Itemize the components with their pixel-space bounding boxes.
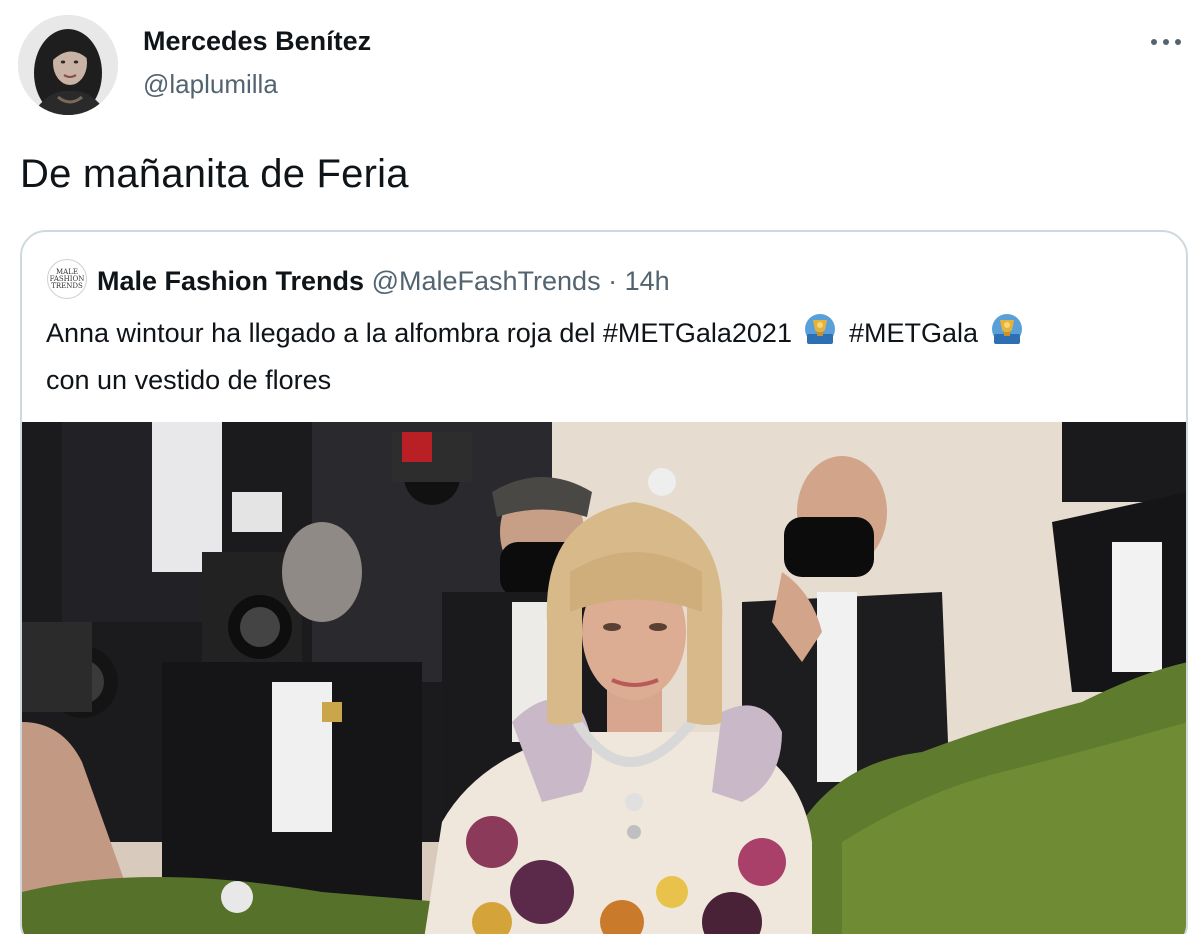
tweet-text: De mañanita de Feria [20, 152, 409, 196]
quoted-tweet-card[interactable]: MALE FASHION TRENDS Male Fashion Trends … [20, 230, 1188, 934]
award-trophy-emoji-icon-2 [990, 312, 1024, 359]
quoted-author-handle[interactable]: @MaleFashTrends [372, 266, 601, 296]
author-name[interactable]: Mercedes Benítez [143, 26, 371, 57]
more-options-button[interactable] [1146, 24, 1186, 60]
quoted-header: Male Fashion Trends @MaleFashTrends · 14… [97, 266, 670, 297]
quoted-avatar-logo-text: MALE FASHION TRENDS [49, 267, 85, 290]
tweet: Mercedes Benítez @laplumilla De mañanita… [0, 0, 1200, 934]
quoted-text-line2: con un vestido de flores [46, 365, 332, 395]
quoted-text-part1: Anna wintour ha llegado a la alfombra ro… [46, 318, 792, 348]
quoted-tweet-text: Anna wintour ha llegado a la alfombra ro… [46, 312, 1166, 402]
quoted-tweet-photo[interactable] [22, 422, 1186, 934]
header-separator: · [608, 266, 618, 296]
author-avatar[interactable] [18, 15, 118, 115]
author-handle[interactable]: @laplumilla [143, 69, 278, 100]
quoted-timestamp[interactable]: 14h [625, 266, 670, 296]
quoted-author-avatar[interactable]: MALE FASHION TRENDS [47, 259, 87, 299]
more-horizontal-icon [1151, 39, 1181, 45]
quoted-author-name[interactable]: Male Fashion Trends [97, 266, 364, 296]
quoted-text-part2: #METGala [849, 318, 979, 348]
award-trophy-emoji-icon [803, 312, 837, 359]
